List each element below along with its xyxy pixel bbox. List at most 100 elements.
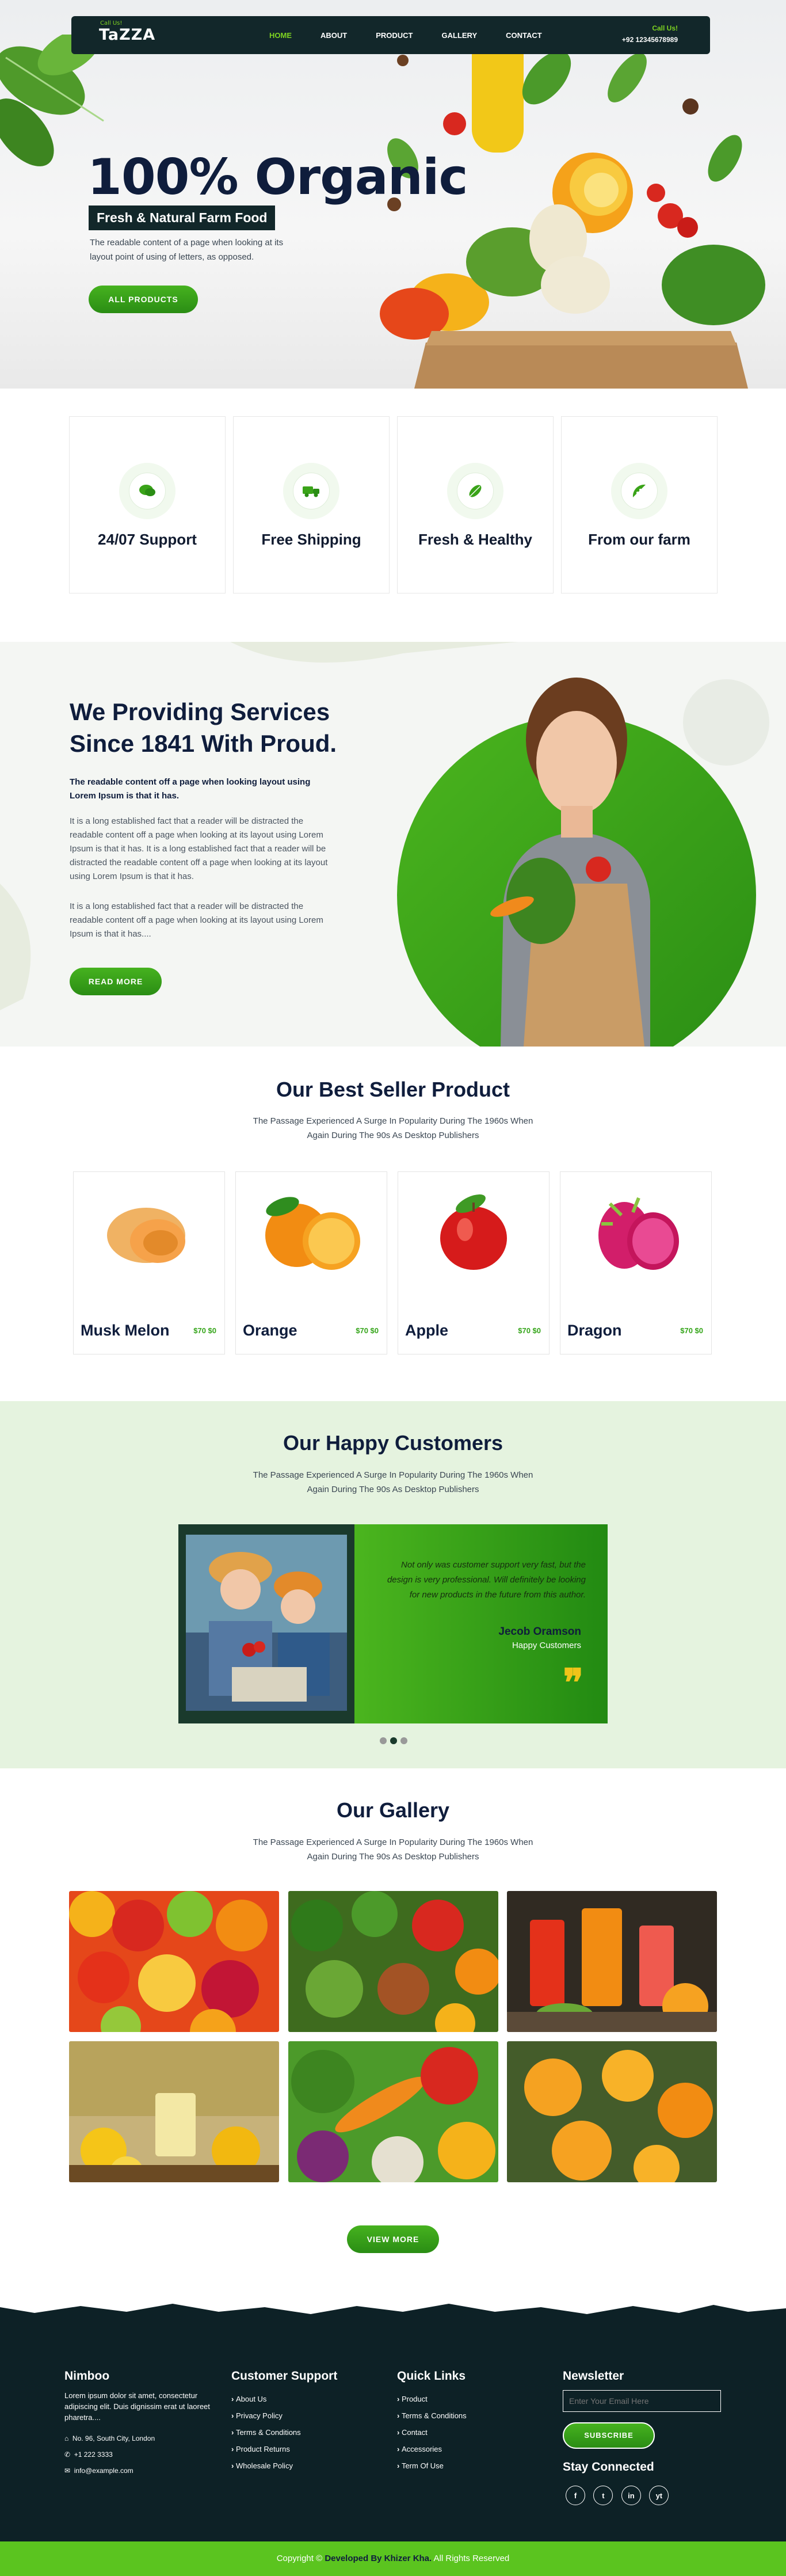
mail-icon: ✉ xyxy=(64,2467,71,2475)
footer-email[interactable]: info@example.com xyxy=(74,2467,133,2475)
footer-link[interactable]: Term Of Use xyxy=(397,2461,467,2470)
footer-link[interactable]: Wholesale Policy xyxy=(231,2461,337,2470)
gallery-title: Our Gallery xyxy=(336,1798,450,1822)
carousel-dot[interactable] xyxy=(380,1737,387,1744)
product-price: $70 $0 xyxy=(680,1326,703,1335)
footer-link[interactable]: Product Returns xyxy=(231,2445,337,2453)
product-name: Dragon xyxy=(567,1322,622,1339)
footer-address: No. 96, South City, London xyxy=(72,2434,155,2442)
footer: Nimboo Lorem ipsum dolor sit amet, conse… xyxy=(0,2295,786,2576)
phone-icon: ✆ xyxy=(64,2451,71,2459)
carousel-dot[interactable] xyxy=(400,1737,407,1744)
newsletter-title: Newsletter xyxy=(563,2369,624,2383)
feature-title: From our farm xyxy=(588,531,690,548)
fruit-icon xyxy=(621,473,658,509)
orange-image xyxy=(236,1184,387,1281)
product-card-dragon[interactable]: Dragon $70 $0 xyxy=(560,1171,712,1354)
call-label: Call Us! xyxy=(652,24,678,32)
footer-link[interactable]: Contact xyxy=(397,2428,467,2437)
nav-item-home[interactable]: HOME xyxy=(269,31,292,40)
quote-icon: ❞ xyxy=(563,1660,583,1705)
hero-section: Call Us! TaZZA HOME ABOUT PRODUCT GALLERY… xyxy=(0,0,786,389)
gallery-image-oranges[interactable] xyxy=(507,2041,717,2182)
feature-title: 24/07 Support xyxy=(98,531,197,548)
services-title: We Providing Services Since 1841 With Pro… xyxy=(70,698,337,757)
call-number: +92 12345678989 xyxy=(621,36,678,44)
product-card-apple[interactable]: Apple $70 $0 xyxy=(398,1171,550,1354)
youtube-icon[interactable]: yt xyxy=(649,2486,669,2505)
footer-link[interactable]: Terms & Conditions xyxy=(397,2411,467,2420)
logo-text: TaZZA xyxy=(99,26,156,44)
linkedin-icon[interactable]: in xyxy=(621,2486,641,2505)
services-paragraph-2: It is a long established fact that a rea… xyxy=(70,901,323,939)
feature-card-support: 24/07 Support xyxy=(69,416,226,593)
read-more-button[interactable]: READ MORE xyxy=(70,968,162,995)
footer-link[interactable]: Terms & Conditions xyxy=(231,2428,337,2437)
musk-melon-image xyxy=(74,1184,224,1281)
nav-item-contact[interactable]: CONTACT xyxy=(506,31,542,40)
product-name: Musk Melon xyxy=(81,1322,170,1339)
all-products-button[interactable]: ALL PRODUCTS xyxy=(89,286,198,313)
twitter-icon[interactable]: t xyxy=(593,2486,613,2505)
nav-item-gallery[interactable]: GALLERY xyxy=(442,31,478,40)
footer-link[interactable]: About Us xyxy=(231,2395,337,2403)
footer-link[interactable]: Product xyxy=(397,2395,467,2403)
services-section: We Providing Services Since 1841 With Pro… xyxy=(0,642,786,1047)
feature-card-fresh: Fresh & Healthy xyxy=(397,416,554,593)
gallery-image-mixed-vegetables[interactable] xyxy=(288,2041,498,2182)
nav-item-about[interactable]: ABOUT xyxy=(320,31,347,40)
footer-about-column: Nimboo Lorem ipsum dolor sit amet, conse… xyxy=(64,2369,214,2475)
product-price: $70 $0 xyxy=(193,1326,216,1335)
testimonial-quote: Not only was customer support very fast,… xyxy=(387,1560,586,1600)
best-seller-subtitle: The Passage Experienced A Surge In Popul… xyxy=(253,1116,533,1140)
footer-support-column: Customer Support About Us Privacy Policy… xyxy=(231,2369,337,2478)
home-icon: ⌂ xyxy=(64,2434,69,2442)
product-card-orange[interactable]: Orange $70 $0 xyxy=(235,1171,387,1354)
nav-item-product[interactable]: PRODUCT xyxy=(376,31,413,40)
footer-link[interactable]: Privacy Policy xyxy=(231,2411,337,2420)
product-price: $70 $0 xyxy=(356,1326,379,1335)
customers-title: Our Happy Customers xyxy=(283,1431,503,1455)
vegetable-bag-image xyxy=(380,43,765,389)
top-navbar: Call Us! TaZZA HOME ABOUT PRODUCT GALLERY… xyxy=(71,16,710,54)
footer-support-title: Customer Support xyxy=(231,2369,338,2383)
testimonial-card: Not only was customer support very fast,… xyxy=(178,1524,608,1723)
services-paragraph-1: It is a long established fact that a rea… xyxy=(70,816,328,881)
view-more-button[interactable]: VIEW MORE xyxy=(347,2225,439,2253)
leaf-icon xyxy=(457,473,494,509)
testimonials-section: Our Happy Customers The Passage Experien… xyxy=(0,1401,786,1768)
developer-credit[interactable]: Developed By Khizer Kha. xyxy=(325,2554,432,2563)
social-icons: f t in yt xyxy=(566,2486,724,2505)
feature-title: Fresh & Healthy xyxy=(418,531,532,548)
footer-link[interactable]: Accessories xyxy=(397,2445,467,2453)
copyright-suffix: All Rights Reserved xyxy=(433,2554,510,2563)
copyright-bar: Copyright © Developed By Khizer Kha. All… xyxy=(0,2541,786,2576)
feature-title: Free Shipping xyxy=(261,531,361,548)
gallery-image-lemonade[interactable] xyxy=(69,2041,279,2182)
footer-about-title: Nimboo xyxy=(64,2369,110,2383)
gallery-subtitle: The Passage Experienced A Surge In Popul… xyxy=(253,1837,533,1862)
gallery-image-fruits[interactable] xyxy=(69,1891,279,2032)
gallery-image-vegetables[interactable] xyxy=(288,1891,498,2032)
footer-quick-links-column: Quick Links Product Terms & Conditions C… xyxy=(397,2369,467,2478)
feature-card-farm: From our farm xyxy=(561,416,718,593)
product-name: Orange xyxy=(243,1322,297,1339)
gallery-image-juices[interactable] xyxy=(507,1891,717,2032)
product-name: Apple xyxy=(405,1322,449,1339)
nav-menu: HOME ABOUT PRODUCT GALLERY CONTACT xyxy=(269,31,571,40)
dragon-fruit-image xyxy=(560,1184,711,1281)
facebook-icon[interactable]: f xyxy=(566,2486,585,2505)
product-card-musk-melon[interactable]: Musk Melon $70 $0 xyxy=(73,1171,225,1354)
call-us-block[interactable]: Call Us! +92 12345678989 xyxy=(622,24,678,44)
newsletter-email-input[interactable] xyxy=(563,2390,721,2412)
stay-connected-title: Stay Connected xyxy=(563,2460,654,2474)
brand-logo[interactable]: Call Us! TaZZA xyxy=(99,20,156,44)
hero-title: 100% Organic xyxy=(87,149,468,206)
footer-newsletter-column: Newsletter SUBSCRIBE Stay Connected f t … xyxy=(563,2369,724,2505)
customers-subtitle: The Passage Experienced A Surge In Popul… xyxy=(253,1470,533,1494)
subscribe-button[interactable]: SUBSCRIBE xyxy=(563,2422,655,2449)
carousel-dot-active[interactable] xyxy=(390,1737,397,1744)
footer-phone[interactable]: +1 222 3333 xyxy=(74,2451,113,2459)
carousel-dots xyxy=(380,1737,407,1744)
hero-description: The readable content of a page when look… xyxy=(90,238,284,262)
